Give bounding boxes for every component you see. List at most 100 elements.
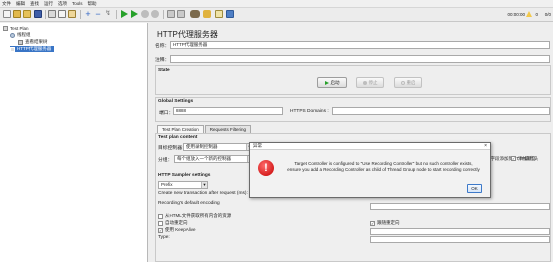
test-plan-tree: Test Plan 线程组 查看结果树 HTTP代理服务器: [0, 23, 148, 262]
stop-button[interactable]: 停止: [356, 77, 384, 88]
copy-icon[interactable]: [58, 10, 66, 18]
tree-item-view-results-tree[interactable]: 查看结果树: [18, 39, 48, 45]
thread-group-icon: [10, 32, 15, 38]
tree-item-label: Test Plan: [10, 25, 29, 31]
error-dialog: 异常 × ! Target Controller is configured t…: [249, 142, 491, 198]
test-plan-icon: [3, 25, 8, 31]
toolbar-separator: [80, 10, 81, 19]
type-label: Type:: [158, 235, 170, 240]
collapse-icon[interactable]: −: [94, 10, 102, 19]
help-icon[interactable]: [226, 10, 234, 18]
clear-all-icon[interactable]: [177, 10, 185, 18]
tree-item-label: 查看结果树: [25, 39, 48, 44]
target-controller-select[interactable]: 使用录制控制器 ▼: [183, 143, 253, 151]
create-transaction-field[interactable]: [370, 203, 550, 210]
tree-item-test-plan[interactable]: Test Plan: [3, 25, 29, 31]
create-transaction-label: Create new transaction after request (ms…: [158, 191, 248, 196]
dialog-title-bar: 异常 ×: [250, 143, 490, 150]
menu-search[interactable]: 查找: [30, 1, 39, 7]
prefix-value: Prefix: [161, 182, 173, 187]
toggle-icon[interactable]: ↯: [104, 10, 112, 18]
toolbar-separator: [163, 10, 164, 19]
start-button[interactable]: 启动: [317, 77, 347, 88]
search-icon[interactable]: [190, 10, 200, 18]
start-button-label: 启动: [330, 79, 340, 85]
tab-test-plan-creation[interactable]: Test Plan Creation: [157, 125, 204, 133]
dialog-title: 异常: [253, 143, 262, 148]
tab-bar: Test Plan Creation Requests Filtering: [157, 125, 252, 133]
stop-icon: [362, 80, 367, 85]
https-domains-label: HTTPS Domains :: [290, 109, 329, 114]
tree-item-http-proxy[interactable]: HTTP代理服务器: [10, 46, 55, 52]
restart-icon: [400, 80, 405, 85]
start-no-pause-icon[interactable]: [131, 10, 138, 18]
grouping-select[interactable]: 每个组放入一个新的控制器 ▼: [174, 155, 254, 163]
save-icon[interactable]: [34, 10, 42, 18]
thread-count: 0/0: [544, 12, 551, 17]
state-title: State: [158, 68, 170, 73]
menu-help[interactable]: 帮助: [88, 1, 97, 7]
port-label: 端口：: [159, 111, 174, 116]
grouping-label: 分组：: [158, 158, 173, 163]
redirect-automatically-checkbox[interactable]: 自动重定向: [158, 220, 188, 226]
menu-edit[interactable]: 编辑: [16, 1, 25, 7]
recording-encoding-label: Recording's default encoding: [158, 201, 220, 206]
name-label: 名称：: [155, 44, 170, 49]
follow-redirects-checkbox[interactable]: ✓ 跟随重定向: [370, 220, 400, 226]
embedded-resources-checkbox[interactable]: 从HTML文件获取所有内含的资源: [158, 213, 231, 219]
checkbox-label: 跟随重定向: [377, 220, 400, 225]
shutdown-icon[interactable]: [151, 10, 159, 18]
function-helper-icon[interactable]: [215, 10, 223, 18]
open-icon[interactable]: [23, 10, 31, 18]
prefix-select[interactable]: Prefix ▼: [158, 181, 208, 189]
page-title: HTTP代理服务器: [157, 30, 218, 39]
tree-item-label: HTTP代理服务器: [17, 46, 52, 51]
global-settings-title: Global Settings: [158, 99, 194, 104]
ok-button[interactable]: OK: [467, 184, 482, 193]
proxy-icon: [10, 46, 15, 52]
comment-field[interactable]: [170, 55, 550, 63]
tree-item-thread-group[interactable]: 线程组: [10, 32, 31, 38]
checkbox-box: [158, 213, 163, 219]
tree-item-label: 线程组: [17, 32, 31, 37]
toolbar: + − ↯ 00:00:00 0 0/0: [0, 8, 553, 22]
menu-file[interactable]: 文件: [2, 1, 11, 7]
expand-icon[interactable]: +: [84, 10, 92, 19]
keepalive-checkbox[interactable]: ✓ 使用 KeepAlive: [158, 227, 196, 233]
menu-run[interactable]: 运行: [44, 1, 53, 7]
checkbox-box: ✓: [370, 220, 375, 226]
reset-search-icon[interactable]: [203, 10, 211, 18]
cut-icon[interactable]: [48, 10, 56, 18]
close-icon[interactable]: ×: [484, 143, 487, 149]
type-field[interactable]: [370, 236, 550, 243]
start-icon: [324, 80, 329, 85]
recording-encoding-field[interactable]: [370, 228, 550, 235]
stop-icon[interactable]: [141, 10, 149, 18]
templates-icon[interactable]: [13, 10, 21, 18]
menu-tools[interactable]: Tools: [72, 1, 83, 6]
warning-count: 0: [535, 12, 538, 17]
chevron-down-icon: ▼: [201, 182, 207, 188]
add-assertions-label: 添加断言: [518, 156, 536, 161]
new-icon[interactable]: [3, 10, 11, 18]
toolbar-separator: [45, 10, 46, 19]
stop-button-label: 停止: [368, 79, 378, 85]
error-icon: !: [258, 160, 274, 176]
name-field[interactable]: HTTP代理服务器: [170, 41, 550, 49]
clear-icon[interactable]: [167, 10, 175, 18]
elapsed-timer: 00:00:00: [507, 12, 525, 17]
start-icon[interactable]: [121, 10, 128, 18]
port-field[interactable]: 8888: [173, 107, 283, 115]
paste-icon[interactable]: [68, 10, 76, 18]
add-assertions-checkbox[interactable]: ✓: [511, 156, 516, 161]
menu-bar: 文件 编辑 查找 运行 选项 Tools 帮助: [0, 0, 553, 8]
comment-label: 注释：: [155, 58, 170, 63]
menu-options[interactable]: 选项: [58, 1, 67, 7]
checkbox-box: [158, 220, 163, 226]
tab-requests-filtering[interactable]: Requests Filtering: [204, 125, 252, 133]
restart-button[interactable]: 重启: [394, 77, 422, 88]
checkbox-box: ✓: [158, 227, 163, 233]
https-domains-field[interactable]: [332, 107, 550, 115]
dialog-message-line: ensure you add a Recording Controller as…: [287, 167, 480, 172]
dialog-message: Target Controller is configured to "Use …: [281, 161, 486, 173]
